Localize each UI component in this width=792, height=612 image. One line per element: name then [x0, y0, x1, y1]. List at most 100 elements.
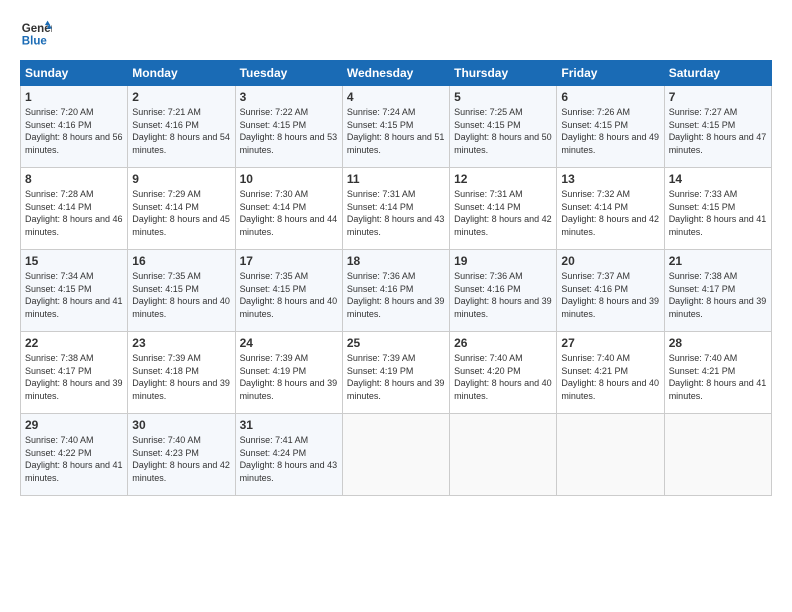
header-day: Tuesday: [235, 61, 342, 86]
calendar-cell: 5Sunrise: 7:25 AMSunset: 4:15 PMDaylight…: [450, 86, 557, 168]
calendar-cell: 16 Sunrise: 7:35 AMSunset: 4:15 PMDayligh…: [128, 250, 235, 332]
calendar-cell: 21 Sunrise: 7:38 AMSunset: 4:17 PMDayligh…: [664, 250, 771, 332]
header-day: Friday: [557, 61, 664, 86]
calendar-cell: 22 Sunrise: 7:38 AMSunset: 4:17 PMDayligh…: [21, 332, 128, 414]
calendar-week-row: 8 Sunrise: 7:28 AMSunset: 4:14 PMDaylight…: [21, 168, 772, 250]
header-day: Thursday: [450, 61, 557, 86]
cell-info: Sunrise: 7:41 AMSunset: 4:24 PMDaylight:…: [240, 435, 338, 483]
calendar-cell: 23 Sunrise: 7:39 AMSunset: 4:18 PMDayligh…: [128, 332, 235, 414]
cell-info: Sunrise: 7:40 AMSunset: 4:20 PMDaylight:…: [454, 353, 552, 401]
cell-info: Sunrise: 7:39 AMSunset: 4:18 PMDaylight:…: [132, 353, 230, 401]
calendar-cell: 4 Sunrise: 7:24 AMSunset: 4:15 PMDaylight…: [342, 86, 449, 168]
calendar-body: 1 Sunrise: 7:20 AMSunset: 4:16 PMDaylight…: [21, 86, 772, 496]
cell-info: Sunrise: 7:37 AMSunset: 4:16 PMDaylight:…: [561, 271, 659, 319]
cell-info: Sunrise: 7:40 AMSunset: 4:21 PMDaylight:…: [561, 353, 659, 401]
cell-info: Sunrise: 7:35 AMSunset: 4:15 PMDaylight:…: [240, 271, 338, 319]
header-day: Saturday: [664, 61, 771, 86]
calendar-week-row: 22 Sunrise: 7:38 AMSunset: 4:17 PMDayligh…: [21, 332, 772, 414]
calendar-cell: [664, 414, 771, 496]
calendar-cell: 29 Sunrise: 7:40 AMSunset: 4:22 PMDayligh…: [21, 414, 128, 496]
calendar-cell: 25 Sunrise: 7:39 AMSunset: 4:19 PMDayligh…: [342, 332, 449, 414]
day-number: 1: [25, 90, 123, 104]
day-number: 21: [669, 254, 767, 268]
day-number: 29: [25, 418, 123, 432]
calendar-header: SundayMondayTuesdayWednesdayThursdayFrid…: [21, 61, 772, 86]
calendar-cell: 18 Sunrise: 7:36 AMSunset: 4:16 PMDayligh…: [342, 250, 449, 332]
cell-info: Sunrise: 7:40 AMSunset: 4:23 PMDaylight:…: [132, 435, 230, 483]
day-number: 11: [347, 172, 445, 186]
day-number: 28: [669, 336, 767, 350]
cell-info: Sunrise: 7:27 AMSunset: 4:15 PMDaylight:…: [669, 107, 767, 155]
day-number: 3: [240, 90, 338, 104]
calendar-cell: 26Sunrise: 7:40 AMSunset: 4:20 PMDayligh…: [450, 332, 557, 414]
calendar-cell: 15 Sunrise: 7:34 AMSunset: 4:15 PMDayligh…: [21, 250, 128, 332]
calendar-cell: 30 Sunrise: 7:40 AMSunset: 4:23 PMDayligh…: [128, 414, 235, 496]
day-number: 19: [454, 254, 552, 268]
cell-info: Sunrise: 7:30 AMSunset: 4:14 PMDaylight:…: [240, 189, 338, 237]
calendar-cell: 17 Sunrise: 7:35 AMSunset: 4:15 PMDayligh…: [235, 250, 342, 332]
logo-icon: General Blue: [20, 18, 52, 50]
day-number: 16: [132, 254, 230, 268]
cell-info: Sunrise: 7:35 AMSunset: 4:15 PMDaylight:…: [132, 271, 230, 319]
logo: General Blue: [20, 18, 56, 50]
calendar-week-row: 15 Sunrise: 7:34 AMSunset: 4:15 PMDayligh…: [21, 250, 772, 332]
cell-info: Sunrise: 7:31 AMSunset: 4:14 PMDaylight:…: [454, 189, 552, 237]
calendar-cell: 14 Sunrise: 7:33 AMSunset: 4:15 PMDayligh…: [664, 168, 771, 250]
cell-info: Sunrise: 7:28 AMSunset: 4:14 PMDaylight:…: [25, 189, 123, 237]
day-number: 6: [561, 90, 659, 104]
day-number: 15: [25, 254, 123, 268]
calendar-cell: 1 Sunrise: 7:20 AMSunset: 4:16 PMDaylight…: [21, 86, 128, 168]
calendar-cell: 3 Sunrise: 7:22 AMSunset: 4:15 PMDaylight…: [235, 86, 342, 168]
day-number: 12: [454, 172, 552, 186]
calendar-page: General Blue SundayMondayTuesdayWednesda…: [0, 0, 792, 612]
cell-info: Sunrise: 7:40 AMSunset: 4:22 PMDaylight:…: [25, 435, 123, 483]
calendar-cell: 2Sunrise: 7:21 AMSunset: 4:16 PMDaylight…: [128, 86, 235, 168]
calendar-cell: 6 Sunrise: 7:26 AMSunset: 4:15 PMDaylight…: [557, 86, 664, 168]
cell-info: Sunrise: 7:22 AMSunset: 4:15 PMDaylight:…: [240, 107, 338, 155]
cell-info: Sunrise: 7:26 AMSunset: 4:15 PMDaylight:…: [561, 107, 659, 155]
day-number: 24: [240, 336, 338, 350]
cell-info: Sunrise: 7:21 AMSunset: 4:16 PMDaylight:…: [132, 107, 230, 155]
header-day: Wednesday: [342, 61, 449, 86]
cell-info: Sunrise: 7:33 AMSunset: 4:15 PMDaylight:…: [669, 189, 767, 237]
cell-info: Sunrise: 7:20 AMSunset: 4:16 PMDaylight:…: [25, 107, 123, 155]
calendar-cell: 7 Sunrise: 7:27 AMSunset: 4:15 PMDaylight…: [664, 86, 771, 168]
header: General Blue: [20, 18, 772, 50]
day-number: 5: [454, 90, 552, 104]
day-number: 17: [240, 254, 338, 268]
cell-info: Sunrise: 7:38 AMSunset: 4:17 PMDaylight:…: [25, 353, 123, 401]
calendar-cell: 31 Sunrise: 7:41 AMSunset: 4:24 PMDayligh…: [235, 414, 342, 496]
day-number: 7: [669, 90, 767, 104]
svg-text:Blue: Blue: [22, 36, 48, 48]
cell-info: Sunrise: 7:24 AMSunset: 4:15 PMDaylight:…: [347, 107, 445, 155]
day-number: 9: [132, 172, 230, 186]
day-number: 31: [240, 418, 338, 432]
cell-info: Sunrise: 7:39 AMSunset: 4:19 PMDaylight:…: [347, 353, 445, 401]
cell-info: Sunrise: 7:34 AMSunset: 4:15 PMDaylight:…: [25, 271, 123, 319]
day-number: 10: [240, 172, 338, 186]
day-number: 23: [132, 336, 230, 350]
cell-info: Sunrise: 7:38 AMSunset: 4:17 PMDaylight:…: [669, 271, 767, 319]
calendar-cell: 13 Sunrise: 7:32 AMSunset: 4:14 PMDayligh…: [557, 168, 664, 250]
day-number: 14: [669, 172, 767, 186]
cell-info: Sunrise: 7:31 AMSunset: 4:14 PMDaylight:…: [347, 189, 445, 237]
day-number: 4: [347, 90, 445, 104]
calendar-cell: 20Sunrise: 7:37 AMSunset: 4:16 PMDayligh…: [557, 250, 664, 332]
calendar-cell: [557, 414, 664, 496]
day-number: 8: [25, 172, 123, 186]
header-day: Monday: [128, 61, 235, 86]
calendar-week-row: 29 Sunrise: 7:40 AMSunset: 4:22 PMDayligh…: [21, 414, 772, 496]
cell-info: Sunrise: 7:36 AMSunset: 4:16 PMDaylight:…: [347, 271, 445, 319]
calendar-cell: 12 Sunrise: 7:31 AMSunset: 4:14 PMDayligh…: [450, 168, 557, 250]
calendar-cell: 11 Sunrise: 7:31 AMSunset: 4:14 PMDayligh…: [342, 168, 449, 250]
calendar-cell: 9 Sunrise: 7:29 AMSunset: 4:14 PMDaylight…: [128, 168, 235, 250]
calendar-cell: 8 Sunrise: 7:28 AMSunset: 4:14 PMDaylight…: [21, 168, 128, 250]
calendar-week-row: 1 Sunrise: 7:20 AMSunset: 4:16 PMDaylight…: [21, 86, 772, 168]
day-number: 18: [347, 254, 445, 268]
day-number: 25: [347, 336, 445, 350]
day-number: 22: [25, 336, 123, 350]
cell-info: Sunrise: 7:32 AMSunset: 4:14 PMDaylight:…: [561, 189, 659, 237]
day-number: 13: [561, 172, 659, 186]
cell-info: Sunrise: 7:29 AMSunset: 4:14 PMDaylight:…: [132, 189, 230, 237]
day-number: 30: [132, 418, 230, 432]
